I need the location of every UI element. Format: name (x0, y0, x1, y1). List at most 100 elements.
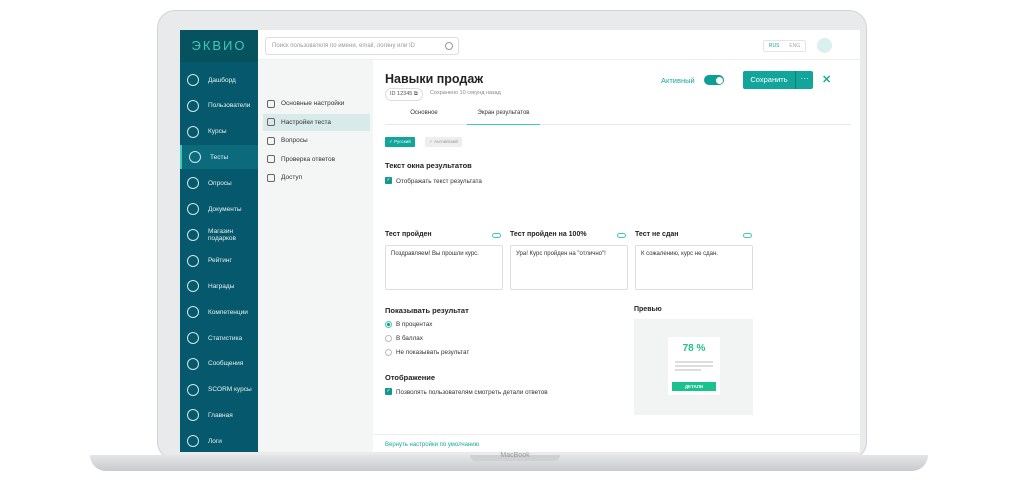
submenu-item-label: Доступ (281, 174, 303, 181)
passed-100-label: Тест пройден на 100% (510, 231, 587, 238)
close-icon[interactable]: ✕ (822, 73, 831, 86)
radio-percent-label: В процентах (396, 321, 433, 328)
link-icon[interactable] (617, 233, 626, 238)
allow-details-checkbox[interactable]: ✓ (385, 388, 392, 395)
language-switch: RUS ENG (763, 40, 806, 52)
scorm-icon (187, 383, 199, 396)
lang-rus[interactable]: RUS (769, 43, 780, 49)
submenu-item[interactable]: Основные настройки (263, 95, 370, 112)
chart-icon (187, 74, 199, 86)
failed-textarea[interactable]: К сожалению, курс не сдан. (635, 245, 753, 290)
submenu-item[interactable]: Вопросы (263, 132, 370, 149)
passed-100-textarea[interactable]: Ура! Курс пройден на "отлично"! (510, 245, 628, 290)
logo: ЭКВИО (180, 30, 258, 62)
footer-divider (373, 434, 860, 435)
result-text-heading: Текст окна результатов (385, 161, 472, 170)
sidebar-item-label: Главная (208, 411, 233, 419)
sidebar-item-label: Тесты (210, 153, 229, 161)
list-check-icon (267, 136, 275, 145)
more-button[interactable]: ··· (795, 71, 813, 89)
show-text-label: Отображать текст результата (396, 178, 482, 185)
radio-hide-label: Не показывать результат (396, 349, 470, 356)
link-icon[interactable] (492, 233, 501, 238)
sidebar-item-label: Рейтинг (208, 257, 232, 265)
lang-eng[interactable]: ENG (789, 43, 800, 49)
lang-chip-english[interactable]: ✓ Английский (425, 137, 462, 147)
reset-defaults-link[interactable]: Вернуть настройки по умолчанию (385, 442, 479, 448)
search-input[interactable]: Поиск пользователя по имени, email, логи… (265, 37, 459, 55)
tab-main[interactable]: Основное (385, 110, 463, 125)
grid-icon (267, 118, 275, 126)
search-icon[interactable] (445, 42, 453, 50)
page-title: Навыки продаж (385, 72, 484, 86)
sidebar-item[interactable]: Сообщения (180, 352, 258, 376)
save-button[interactable]: Сохранить (743, 71, 795, 89)
sidebar-item[interactable]: Рейтинг (180, 249, 258, 273)
preview-box: 78 % ДЕТАЛИ (634, 319, 753, 415)
sliders-icon (267, 99, 275, 108)
trophy-icon (187, 177, 199, 190)
id-badge[interactable]: ID 12345 ⧉ (385, 88, 423, 101)
submenu-item[interactable]: Настройки теста (263, 113, 370, 131)
medal-icon (187, 280, 199, 293)
preview-percent: 78 % (682, 343, 706, 354)
message-icon (187, 357, 199, 370)
info-icon (187, 203, 199, 215)
sidebar: ЭКВИО Дашборд Пользователи Курсы Тесты Опрос… (180, 30, 258, 452)
users-icon (187, 99, 199, 112)
main-panel: Навыки продаж ID 12345 ⧉ Сохранено 10 се… (373, 60, 860, 452)
competence-icon (187, 306, 199, 319)
sidebar-item[interactable]: Тесты (180, 145, 258, 170)
gift-icon (187, 228, 199, 241)
test-submenu: Основные настройки Настройки теста Вопросы… (258, 60, 373, 452)
submenu-item-label: Настройки теста (281, 118, 331, 126)
sidebar-item-label: Дашборд (208, 76, 236, 84)
sidebar-item[interactable]: Дашборд (180, 68, 258, 92)
submenu-item[interactable]: Проверка ответов (263, 151, 370, 168)
sidebar-item-label: Логи (208, 437, 222, 445)
failed-label: Тест не сдан (635, 231, 679, 238)
passed-textarea[interactable]: Поздравляем! Вы прошли курс. (385, 245, 503, 290)
status-label: Активный (661, 76, 695, 85)
sidebar-item[interactable]: Документы (180, 197, 258, 221)
submenu-item-label: Вопросы (281, 137, 308, 144)
sidebar-item-label: Магазин подарков (208, 227, 236, 242)
show-text-checkbox[interactable]: ✓ (385, 177, 392, 184)
sidebar-item[interactable]: Награды (180, 274, 258, 298)
graduation-cap-icon (187, 125, 199, 138)
sidebar-item[interactable]: Статистика (180, 326, 258, 350)
submenu-item[interactable]: Доступ (263, 169, 370, 186)
tabs: Основное Экран результатов (385, 110, 851, 125)
device-label: MacBook (500, 452, 530, 459)
link-icon[interactable] (743, 233, 752, 238)
history-icon (187, 435, 199, 448)
topbar: Поиск пользователя по имени, email, логи… (258, 30, 860, 60)
check-circle-icon (267, 155, 275, 163)
sidebar-item-label: Документы (208, 205, 242, 213)
allow-details-label: Позволять пользователям смотреть детали … (396, 389, 548, 396)
tab-results-screen[interactable]: Экран результатов (467, 110, 540, 125)
sidebar-item-label: Компетенции (208, 308, 248, 316)
sidebar-item[interactable]: Компетенции (180, 300, 258, 324)
sidebar-item[interactable]: Главная (180, 403, 258, 427)
active-toggle[interactable] (704, 75, 724, 85)
sidebar-item[interactable]: Курсы (180, 120, 258, 144)
sidebar-item-label: Сообщения (208, 360, 244, 368)
sidebar-item[interactable]: Пользователи (180, 94, 258, 118)
sidebar-item[interactable]: Опросы (180, 171, 258, 195)
copy-icon[interactable]: ⧉ (414, 91, 418, 97)
sidebar-item[interactable]: Логи (180, 429, 258, 452)
display-heading: Отображение (385, 373, 436, 382)
sidebar-item-label: SCORM курсы (208, 386, 252, 394)
avatar[interactable] (817, 38, 832, 53)
sidebar-item-label: Курсы (208, 128, 227, 136)
bar-chart-icon (187, 332, 199, 344)
radio-hide[interactable] (385, 349, 392, 356)
preview-details-button: ДЕТАЛИ (672, 382, 716, 391)
radio-points[interactable] (385, 335, 392, 342)
radio-points-label: В баллах (396, 335, 423, 342)
radio-percent[interactable] (385, 321, 392, 328)
sidebar-item[interactable]: SCORM курсы (180, 378, 258, 402)
sidebar-item[interactable]: Магазин подарков (180, 223, 258, 247)
lang-chip-russian[interactable]: ✓ Русский (385, 137, 415, 147)
